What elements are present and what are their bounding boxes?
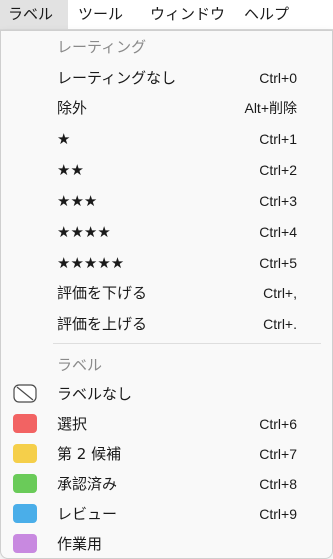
menu-item-select[interactable]: 選択 Ctrl+6 <box>5 409 328 439</box>
menu-separator <box>53 343 321 344</box>
menu-item-label: 作業用 <box>57 535 103 553</box>
menu-item-no-rating[interactable]: レーティングなし Ctrl+0 <box>5 63 328 93</box>
menu-item-label: レビュー <box>57 505 118 523</box>
menu-item-label: 除外 <box>57 99 88 117</box>
label-menu-dropdown: レーティング レーティングなし Ctrl+0 除外 Alt+削除 ★ Ctrl+… <box>0 30 333 559</box>
menu-item-reject[interactable]: 除外 Alt+削除 <box>5 93 328 123</box>
menu-item-label: ★ <box>57 130 71 148</box>
menu-item-three-stars[interactable]: ★★★ Ctrl+3 <box>5 186 328 216</box>
menu-item-shortcut: Alt+削除 <box>244 100 297 116</box>
menu-item-shortcut: Ctrl+1 <box>259 131 297 147</box>
red-label-swatch <box>13 414 37 433</box>
menu-item-label: ★★★★★ <box>57 254 125 272</box>
yellow-label-swatch <box>13 444 37 463</box>
menu-item-shortcut: Ctrl+7 <box>259 446 297 462</box>
menu-item-shortcut: Ctrl+6 <box>259 416 297 432</box>
menu-item-increase-rating[interactable]: 評価を上げる Ctrl+. <box>5 309 328 339</box>
rating-section-header: レーティング <box>57 38 147 56</box>
menu-item-shortcut: Ctrl+5 <box>259 255 297 271</box>
menu-item-approved[interactable]: 承認済み Ctrl+8 <box>5 469 328 499</box>
menu-item-label: レーティングなし <box>57 69 177 87</box>
no-label-icon <box>13 384 37 403</box>
menubar-help[interactable]: ヘルプ <box>236 0 297 29</box>
menu-item-decrease-rating[interactable]: 評価を下げる Ctrl+, <box>5 278 328 308</box>
menu-item-label: 承認済み <box>57 475 118 493</box>
menu-item-to-do[interactable]: 作業用 <box>5 529 328 559</box>
menu-item-four-stars[interactable]: ★★★★ Ctrl+4 <box>5 217 328 247</box>
menu-item-label: 選択 <box>57 415 88 433</box>
menubar-window[interactable]: ウィンドウ <box>142 0 233 29</box>
label-section-header: ラベル <box>57 356 103 374</box>
menu-item-shortcut: Ctrl+9 <box>259 506 297 522</box>
blue-label-swatch <box>13 504 37 523</box>
menubar-tools[interactable]: ツール <box>70 0 131 29</box>
menu-item-shortcut: Ctrl+4 <box>259 224 297 240</box>
menu-item-label: 評価を下げる <box>57 284 148 302</box>
menu-item-label: 評価を上げる <box>57 315 148 333</box>
menu-item-shortcut: Ctrl+3 <box>259 193 297 209</box>
menu-item-label: ★★★★ <box>57 223 111 241</box>
menu-item-review[interactable]: レビュー Ctrl+9 <box>5 499 328 529</box>
menu-item-shortcut: Ctrl+8 <box>259 476 297 492</box>
green-label-swatch <box>13 474 37 493</box>
menu-item-label: ★★ <box>57 161 84 179</box>
menu-item-label: ラベルなし <box>57 385 133 403</box>
menu-item-second-choice[interactable]: 第 2 候補 Ctrl+7 <box>5 439 328 469</box>
menu-item-one-star[interactable]: ★ Ctrl+1 <box>5 124 328 154</box>
menu-bar: ラベル ツール ウィンドウ ヘルプ <box>0 0 333 30</box>
menu-item-shortcut: Ctrl+, <box>263 285 297 301</box>
menubar-label[interactable]: ラベル <box>0 0 68 29</box>
menu-item-five-stars[interactable]: ★★★★★ Ctrl+5 <box>5 248 328 278</box>
menu-item-label: ★★★ <box>57 192 98 210</box>
menu-item-two-stars[interactable]: ★★ Ctrl+2 <box>5 155 328 185</box>
purple-label-swatch <box>13 534 37 553</box>
menu-item-label: 第 2 候補 <box>57 445 122 463</box>
menu-item-shortcut: Ctrl+. <box>263 316 297 332</box>
menu-item-shortcut: Ctrl+2 <box>259 162 297 178</box>
menu-item-no-label[interactable]: ラベルなし <box>5 379 328 409</box>
menu-item-shortcut: Ctrl+0 <box>259 70 297 86</box>
